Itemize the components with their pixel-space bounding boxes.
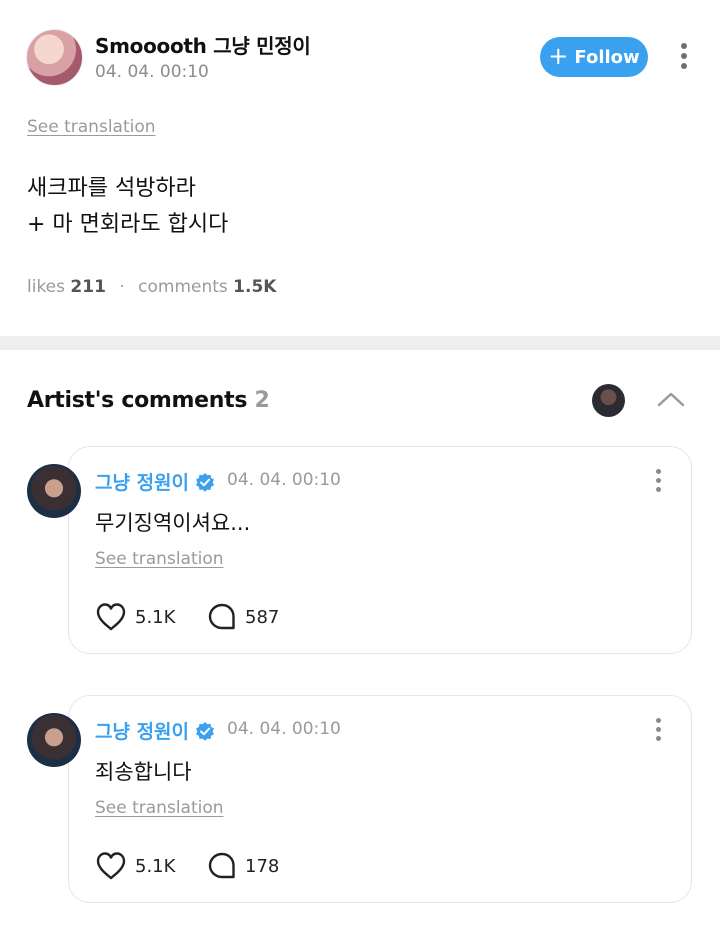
- comment-author[interactable]: 그냥 정원이: [95, 717, 215, 744]
- plus-icon: +: [548, 42, 569, 70]
- likes-count: 211: [70, 277, 106, 297]
- comment-like-button[interactable]: 5.1K: [95, 602, 175, 632]
- comment-timestamp: 04. 04. 00:10: [227, 719, 341, 739]
- comment-bubble-icon: [208, 603, 235, 630]
- comment-author-name: 그냥 정원이: [95, 472, 190, 494]
- artist-comments-count: 2: [254, 388, 270, 413]
- comment-reply-button[interactable]: 178: [207, 851, 279, 881]
- comment-text: 무기징역이셔요...: [95, 511, 251, 535]
- follow-label: Follow: [574, 46, 640, 68]
- comment-author-avatar[interactable]: [27, 713, 81, 767]
- stats-separator: ·: [119, 277, 125, 297]
- verified-badge-icon: [196, 721, 215, 741]
- post-timestamp: 04. 04. 00:10: [95, 62, 209, 82]
- post-stats: likes 211 · comments 1.5K: [27, 277, 276, 297]
- comment-author[interactable]: 그냥 정원이: [95, 468, 215, 495]
- comment-bubble-icon: [208, 852, 235, 879]
- comment-see-translation-link[interactable]: See translation: [95, 549, 224, 569]
- post-author-name[interactable]: Smooooth 그냥 민정이: [95, 30, 311, 59]
- post-author-avatar[interactable]: [26, 29, 83, 86]
- comment-like-count: 5.1K: [135, 855, 176, 877]
- post-body-line: + 마 면회라도 합시다: [27, 212, 229, 237]
- comment-reply-count: 178: [245, 855, 280, 877]
- comment-reply-count: 587: [245, 606, 280, 628]
- post-see-translation-link[interactable]: See translation: [27, 117, 156, 137]
- artist-avatar-thumbnail[interactable]: [592, 384, 625, 417]
- comment-more-options-icon[interactable]: [653, 469, 663, 492]
- likes-label: likes: [27, 277, 66, 297]
- heart-icon: [96, 852, 126, 880]
- comment-like-count: 5.1K: [135, 606, 176, 628]
- comment-author-name: 그냥 정원이: [95, 721, 190, 743]
- comment-timestamp: 04. 04. 00:10: [227, 470, 341, 490]
- comment-like-button[interactable]: 5.1K: [95, 851, 175, 881]
- post-body: 새크파를 석방하라 + 마 면회라도 합시다: [27, 171, 228, 243]
- comment-reply-button[interactable]: 587: [207, 602, 279, 632]
- comments-count[interactable]: 1.5K: [233, 277, 276, 297]
- follow-button[interactable]: + Follow: [540, 37, 648, 77]
- verified-badge-icon: [196, 472, 215, 492]
- comment-see-translation-link[interactable]: See translation: [95, 798, 224, 818]
- artist-comments-title: Artist's comments 2: [27, 388, 270, 413]
- section-divider: [0, 336, 720, 350]
- heart-icon: [96, 603, 126, 631]
- comment-author-avatar[interactable]: [27, 464, 81, 518]
- post-body-line: 새크파를 석방하라: [27, 176, 196, 201]
- post-more-options-icon[interactable]: [679, 43, 689, 69]
- artist-comments-label: Artist's comments: [27, 388, 248, 413]
- comments-label[interactable]: comments: [138, 277, 228, 297]
- chevron-up-icon[interactable]: [657, 390, 685, 408]
- comment-text: 죄송합니다: [95, 760, 192, 784]
- comment-more-options-icon[interactable]: [653, 718, 663, 741]
